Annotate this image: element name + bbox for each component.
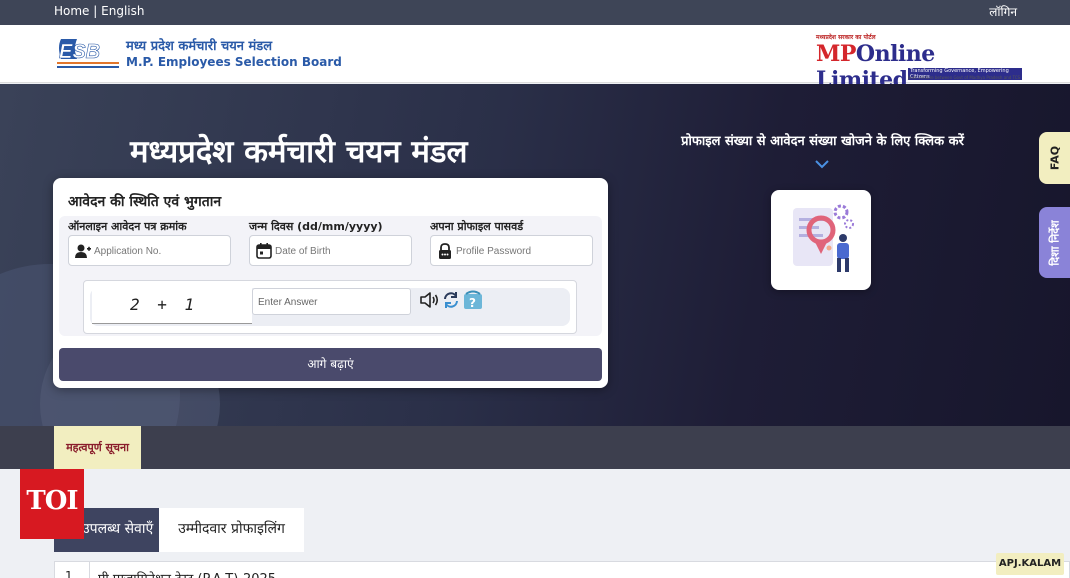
chevron-down-icon	[815, 160, 829, 169]
row-divider	[89, 562, 90, 578]
toi-watermark: TOI	[20, 469, 84, 539]
svg-text:ESB: ESB	[59, 41, 100, 63]
profile-search-text[interactable]: प्रोफाइल संख्या से आवेदन संख्या खोजने के…	[660, 131, 985, 149]
help-icon[interactable]: ?	[462, 289, 484, 311]
dob-label: जन्म दिवस (dd/mm/yyyy)	[249, 220, 383, 233]
login-link[interactable]: लॉगिन	[989, 3, 1017, 20]
refresh-icon[interactable]	[440, 289, 462, 311]
directions-tab[interactable]: दिशा निर्देश	[1039, 207, 1070, 278]
application-no-field[interactable]	[68, 235, 231, 266]
hero-section: मध्यप्रदेश कर्मचारी चयन मंडल आवेदन की स्…	[0, 84, 1070, 426]
captcha-answer-input[interactable]	[258, 293, 406, 311]
kalam-badge: APJ.KALAM	[996, 553, 1064, 575]
password-field[interactable]	[430, 235, 593, 266]
profile-search-card[interactable]	[771, 190, 871, 290]
card-title: आवेदन की स्थिति एवं भुगतान	[68, 194, 222, 210]
row-number: 1	[65, 569, 73, 578]
site-header: ESB मध्य प्रदेश कर्मचारी चयन मंडल M.P. E…	[0, 25, 1070, 93]
hero-title: मध्यप्रदेश कर्मचारी चयन मंडल	[130, 134, 468, 170]
calendar-icon	[256, 243, 272, 259]
captcha-answer-field[interactable]	[252, 288, 411, 315]
esb-title: मध्य प्रदेश कर्मचारी चयन मंडल M.P. Emplo…	[126, 36, 342, 69]
captcha-section: 2 + 1 ?	[83, 280, 577, 334]
svg-text:?: ?	[469, 296, 476, 310]
row-text[interactable]: प्री एग्जामिनेशन टेस्ट (P.A.T)-2025	[98, 569, 276, 578]
captcha-text: 2 + 1	[130, 295, 199, 314]
proceed-button[interactable]: आगे बढ़ाएं	[59, 348, 602, 381]
language-link[interactable]: English	[101, 4, 144, 18]
nav-separator: |	[93, 4, 98, 18]
speaker-icon[interactable]	[418, 289, 440, 311]
table-row[interactable]: 1 प्री एग्जामिनेशन टेस्ट (P.A.T)-2025	[54, 561, 1070, 578]
directions-label: दिशा निर्देश	[1048, 219, 1061, 266]
esb-title-english: M.P. Employees Selection Board	[126, 55, 342, 69]
application-status-card: आवेदन की स्थिति एवं भुगतान ऑनलाइन आवेदन …	[53, 178, 608, 388]
faq-tab[interactable]: FAQ	[1039, 132, 1070, 184]
captcha-image: 2 + 1	[92, 286, 252, 324]
faq-label: FAQ	[1048, 145, 1061, 171]
add-user-icon	[75, 244, 91, 258]
password-input[interactable]	[456, 241, 588, 261]
home-link[interactable]: Home	[54, 4, 89, 18]
mponline-subline: Joint venture between Govt of Madhya Pra…	[908, 75, 1021, 80]
lock-icon	[439, 243, 451, 259]
top-nav: Home | English	[54, 4, 144, 18]
mponline-brand-mp: MP	[816, 41, 856, 67]
esb-logo-icon[interactable]: ESB	[55, 33, 121, 73]
tab-candidate-profiling[interactable]: उम्मीदवार प्रोफाइलिंग	[159, 508, 304, 552]
password-label: अपना प्रोफाइल पासवर्ड	[430, 220, 524, 233]
search-illustration-icon	[793, 204, 854, 272]
mponline-tag: मध्यप्रदेश सरकार का पोर्टल	[816, 34, 876, 41]
application-no-label: ऑनलाइन आवेदन पत्र क्रमांक	[68, 220, 187, 233]
esb-title-hindi: मध्य प्रदेश कर्मचारी चयन मंडल	[126, 39, 273, 54]
mponline-logo[interactable]: मध्यप्रदेश सरकार का पोर्टल MPOnline Limi…	[812, 33, 1022, 93]
important-notice-label[interactable]: महत्वपूर्ण सूचना	[54, 426, 141, 469]
notice-ticker	[0, 426, 1070, 469]
dob-field[interactable]	[249, 235, 412, 266]
application-no-input[interactable]	[94, 241, 226, 261]
dob-input[interactable]	[275, 241, 407, 261]
top-bar: Home | English लॉगिन	[0, 0, 1070, 25]
